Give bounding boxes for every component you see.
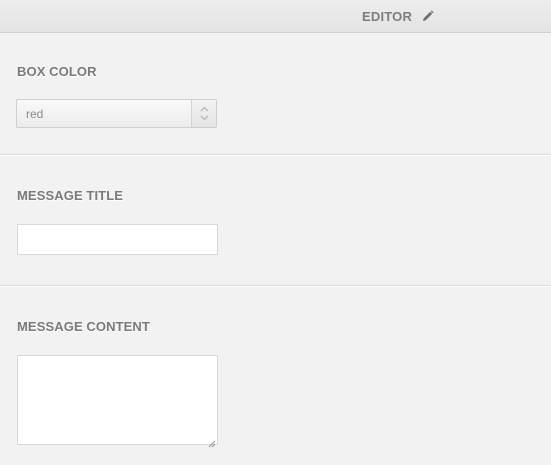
box-color-select[interactable]: red	[16, 99, 217, 128]
pencil-icon	[422, 10, 434, 22]
message-content-textarea[interactable]	[17, 355, 218, 448]
box-color-label: BOX COLOR	[17, 64, 97, 79]
message-content-label: MESSAGE CONTENT	[17, 319, 150, 334]
resize-handle-icon[interactable]	[208, 435, 216, 448]
box-color-value: red	[26, 107, 44, 121]
section-divider	[0, 285, 551, 287]
select-arrows-icon[interactable]	[191, 100, 216, 127]
top-bar: EDITOR	[0, 0, 551, 33]
message-title-input[interactable]	[17, 224, 218, 255]
editor-tab-label: EDITOR	[362, 8, 413, 24]
editor-tab[interactable]: EDITOR	[350, 0, 446, 32]
message-title-label: MESSAGE TITLE	[17, 188, 124, 203]
section-divider	[0, 154, 551, 156]
